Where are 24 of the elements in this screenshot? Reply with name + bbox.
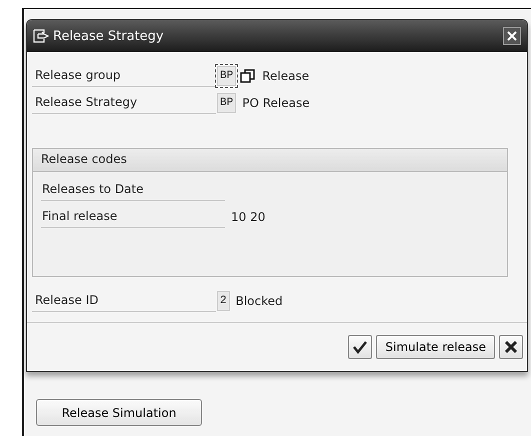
code-field[interactable]: BP [217, 92, 236, 112]
copy-icon[interactable] [240, 68, 256, 84]
field-description: PO Release [242, 96, 310, 110]
panel-title: Release codes [33, 149, 507, 172]
close-icon [505, 341, 517, 353]
field-label: Release group [32, 64, 216, 87]
field-description: Blocked [236, 294, 283, 308]
simulate-release-button[interactable]: Simulate release [376, 335, 495, 359]
release-simulation-button[interactable]: Release Simulation [36, 399, 202, 426]
checkmark-icon [353, 340, 368, 354]
cancel-button[interactable] [499, 335, 523, 359]
field-label: Release ID [32, 289, 216, 312]
field-label: Release Strategy [32, 91, 216, 114]
code-field[interactable]: BP [217, 66, 236, 86]
close-icon [507, 31, 517, 41]
field-value: 10 20 [231, 210, 266, 224]
code-field[interactable]: 2 [217, 290, 230, 310]
field-description: Release [262, 68, 310, 82]
confirm-button[interactable] [348, 335, 372, 359]
close-button[interactable] [503, 27, 521, 45]
window-title: Release Strategy [53, 28, 165, 44]
field-label: Final release [41, 205, 225, 228]
field-label: Releases to Date [41, 178, 225, 201]
dialog-icon [33, 29, 49, 43]
